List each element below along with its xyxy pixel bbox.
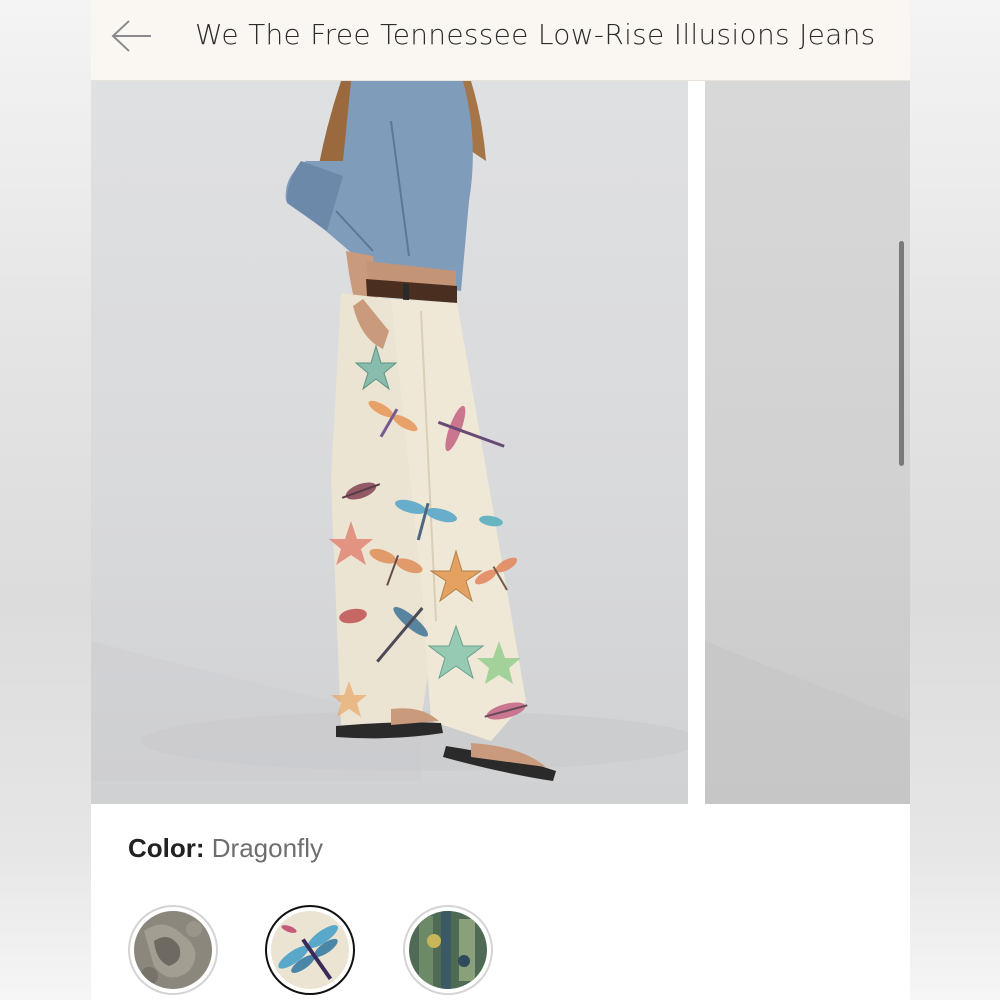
selected-color-name: Dragonfly bbox=[211, 833, 324, 863]
color-label: Color: bbox=[128, 833, 205, 863]
gallery-scrollbar[interactable] bbox=[899, 241, 904, 466]
product-page: We The Free Tennessee Low-Rise Illusions… bbox=[91, 0, 910, 1000]
arrow-left-icon bbox=[111, 20, 151, 52]
product-image-next[interactable] bbox=[705, 81, 910, 804]
green-print-swatch[interactable] bbox=[403, 905, 493, 995]
page-header: We The Free Tennessee Low-Rise Illusions… bbox=[91, 0, 910, 81]
paisley-swatch[interactable] bbox=[128, 905, 218, 995]
back-button[interactable] bbox=[111, 18, 155, 54]
color-selector-label: Color: Dragonfly bbox=[128, 833, 323, 864]
green-print-pattern-icon bbox=[409, 911, 487, 989]
dragonfly-swatch[interactable] bbox=[265, 905, 355, 995]
product-image-main[interactable] bbox=[91, 81, 688, 804]
next-product-image bbox=[705, 641, 910, 804]
model-wearing-jeans-image bbox=[91, 81, 688, 781]
paisley-pattern-icon bbox=[134, 911, 212, 989]
page-title: We The Free Tennessee Low-Rise Illusions… bbox=[195, 18, 876, 51]
product-image-gallery[interactable] bbox=[91, 81, 910, 804]
dragonfly-pattern-icon bbox=[271, 911, 349, 989]
